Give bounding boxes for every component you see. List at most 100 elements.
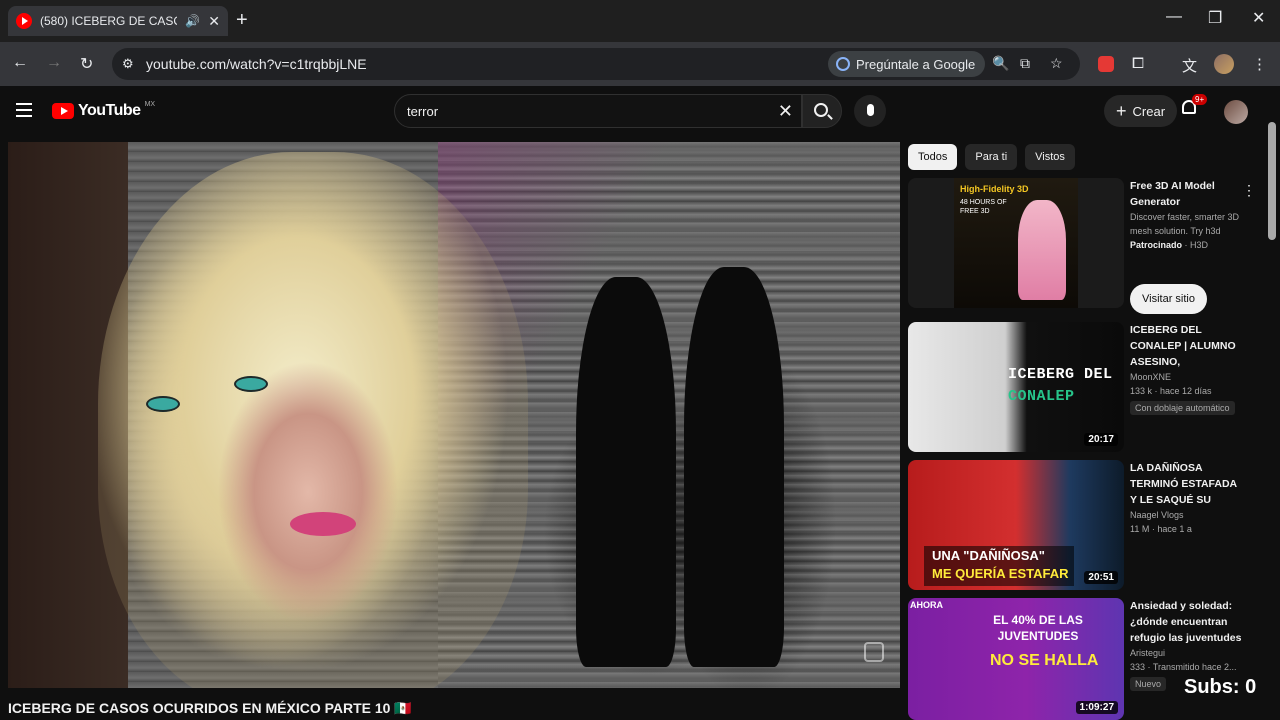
search-query[interactable]: terror [407, 104, 438, 119]
duration-badge: 20:51 [1084, 571, 1118, 584]
thumbnail-line-1: UNA "DAÑIÑOSA" [932, 548, 1045, 563]
video-frame [8, 142, 900, 688]
video-stats: 333 · Transmitido hace 2... [1130, 662, 1237, 672]
dubbing-badge: Con doblaje automático [1130, 401, 1235, 415]
browser-tab[interactable]: (580) ICEBERG DE CASOS O 🔊 ✕ [8, 6, 228, 36]
search-button[interactable] [802, 94, 842, 128]
related-video-card[interactable]: AHORA EL 40% DE LAS JUVENTUDES NO SE HAL… [908, 598, 1258, 720]
video-thumbnail[interactable]: AHORA EL 40% DE LAS JUVENTUDES NO SE HAL… [908, 598, 1124, 720]
ad-description: Discover faster, smarter 3D mesh solutio… [1130, 212, 1240, 236]
thumbnail-text: ICEBERG DEL CONALEP [1008, 364, 1113, 408]
forward-icon[interactable]: → [46, 54, 62, 72]
speaker-icon[interactable]: 🔊 [185, 14, 200, 28]
video-meta: ICEBERG DEL CONALEP | ALUMNO ASESINO, CO… [1130, 322, 1246, 416]
video-card-title[interactable]: Ansiedad y soledad: ¿dónde encuentran re… [1130, 598, 1246, 646]
youtube-logo[interactable]: YouTube MX [52, 100, 156, 120]
address-bar[interactable]: ⚙ youtube.com/watch?v=c1trqbbjLNE Pregún… [112, 48, 1080, 80]
ad-title[interactable]: Free 3D AI Model Generator [1130, 178, 1246, 210]
channel-name[interactable]: Naagel Vlogs [1130, 508, 1246, 522]
new-tab-icon[interactable]: + [236, 9, 248, 32]
search-icon [814, 103, 828, 117]
clear-search-icon[interactable]: ✕ [778, 101, 793, 122]
site-info-icon[interactable]: ⚙ [122, 56, 134, 72]
account-avatar[interactable] [1224, 100, 1248, 124]
thumbnail-line-2: ME QUERÍA ESTAFAR [932, 566, 1069, 581]
video-stats: 133 k · hace 12 días [1130, 386, 1212, 396]
related-video-card[interactable]: ICEBERG DEL CONALEP 20:17 ICEBERG DEL CO… [908, 322, 1258, 456]
country-code: MX [144, 100, 156, 108]
channel-name[interactable]: MoonXNE [1130, 370, 1246, 384]
filter-chips: Todos Para ti Vistos [908, 144, 1075, 170]
back-icon[interactable]: ← [12, 54, 28, 72]
screen: (580) ICEBERG DE CASOS O 🔊 ✕ + — ❐ ✕ ← →… [0, 0, 1280, 720]
video-player[interactable] [8, 142, 900, 688]
zoom-icon[interactable]: 🔍 [992, 55, 1009, 72]
menu-icon[interactable] [16, 103, 32, 117]
reload-icon[interactable]: ↻ [80, 54, 93, 74]
channel-name[interactable]: Aristegui [1130, 646, 1246, 660]
duration-badge: 20:17 [1084, 433, 1118, 446]
profile-avatar-icon[interactable] [1214, 54, 1234, 74]
extension-shield-icon[interactable] [1098, 56, 1114, 72]
create-button[interactable]: + Crear [1104, 95, 1178, 127]
video-meta: LA DAÑIÑOSA TERMINÓ ESTAFADA Y LE SAQUÉ … [1130, 460, 1246, 536]
sponsored-label: Patrocinado [1130, 240, 1183, 250]
woman-portrait [98, 152, 528, 688]
live-now-label: AHORA [910, 600, 943, 610]
minimize-icon[interactable]: — [1166, 8, 1182, 26]
eye-left [148, 398, 178, 410]
chip-all[interactable]: Todos [908, 144, 958, 170]
video-thumbnail[interactable]: UNA "DAÑIÑOSA" ME QUERÍA ESTAFAR 20:51 [908, 460, 1124, 590]
bookmark-star-icon[interactable]: ☆ [1050, 55, 1063, 72]
extensions-puzzle-icon[interactable]: ⧠ [1132, 55, 1144, 72]
search-input[interactable]: terror ✕ [394, 94, 802, 128]
ad-meta: Free 3D AI Model Generator Discover fast… [1130, 178, 1246, 252]
notifications-button[interactable]: 9+ [1182, 94, 1208, 118]
youtube-favicon-icon [16, 13, 32, 29]
related-video-card[interactable]: UNA "DAÑIÑOSA" ME QUERÍA ESTAFAR 20:51 L… [908, 460, 1258, 594]
restore-icon[interactable]: ❐ [1208, 8, 1222, 28]
more-options-icon[interactable]: ⋮ [1242, 182, 1256, 199]
thumbnail-line-1: EL 40% DE LAS JUVENTUDES [993, 613, 1083, 643]
silhouette-person-2 [684, 267, 784, 667]
visit-site-button[interactable]: Visitar sitio [1130, 284, 1207, 314]
video-stats: 11 M · hace 1 a [1130, 524, 1192, 534]
youtube-logo-text: YouTube [78, 102, 141, 119]
browser-toolbar: ← → ↻ ⚙ youtube.com/watch?v=c1trqbbjLNE … [0, 42, 1280, 86]
ad-thumb-sub: 48 HOURS OF FREE 3D [960, 199, 1007, 215]
youtube-play-icon [52, 103, 74, 119]
chip-watched[interactable]: Vistos [1025, 144, 1075, 170]
sponsor-name: H3D [1190, 240, 1209, 250]
browser-menu-icon[interactable]: ⋮ [1252, 55, 1267, 73]
voice-search-button[interactable] [854, 95, 886, 127]
silhouette-person-1 [576, 277, 676, 667]
microphone-icon [866, 104, 874, 116]
channel-watermark-icon[interactable] [864, 642, 884, 662]
thumbnail-line-2: NO SE HALLA [990, 652, 1099, 669]
sponsored-ad-card[interactable]: High-Fidelity 3D 48 HOURS OF FREE 3D Fre… [908, 178, 1258, 318]
new-badge: Nuevo [1130, 677, 1167, 691]
ad-thumb-headline: High-Fidelity 3D [960, 184, 1029, 194]
video-card-title[interactable]: ICEBERG DEL CONALEP | ALUMNO ASESINO, CO… [1130, 322, 1246, 370]
video-thumbnail[interactable]: ICEBERG DEL CONALEP 20:17 [908, 322, 1124, 452]
thumbnail-line-1: ICEBERG DEL [1008, 366, 1113, 383]
ad-thumbnail[interactable]: High-Fidelity 3D 48 HOURS OF FREE 3D [908, 178, 1124, 308]
ad-sponsor-line: Patrocinado · H3D [1130, 238, 1246, 252]
window-close-icon[interactable]: ✕ [1252, 8, 1265, 28]
browser-tab-bar: (580) ICEBERG DE CASOS O 🔊 ✕ + — ❐ ✕ [0, 0, 1280, 42]
ask-google-button[interactable]: Pregúntale a Google [828, 51, 986, 77]
anime-figure-image [1018, 200, 1066, 300]
url-text[interactable]: youtube.com/watch?v=c1trqbbjLNE [146, 56, 367, 72]
cast-icon[interactable]: ⧉ [1020, 55, 1030, 72]
chip-for-you[interactable]: Para ti [965, 144, 1018, 170]
translate-icon[interactable]: 文 [1182, 55, 1197, 76]
close-tab-icon[interactable]: ✕ [208, 13, 220, 30]
duration-badge: 1:09:27 [1075, 701, 1118, 714]
subs-counter-overlay: Subs: 0 [1184, 676, 1257, 698]
notifications-badge: 9+ [1192, 94, 1208, 105]
google-lens-icon [836, 57, 850, 71]
video-card-title[interactable]: LA DAÑIÑOSA TERMINÓ ESTAFADA Y LE SAQUÉ … [1130, 460, 1246, 508]
plus-icon: + [1116, 101, 1127, 121]
eye-right [236, 378, 266, 390]
page-scrollbar[interactable] [1268, 122, 1276, 240]
